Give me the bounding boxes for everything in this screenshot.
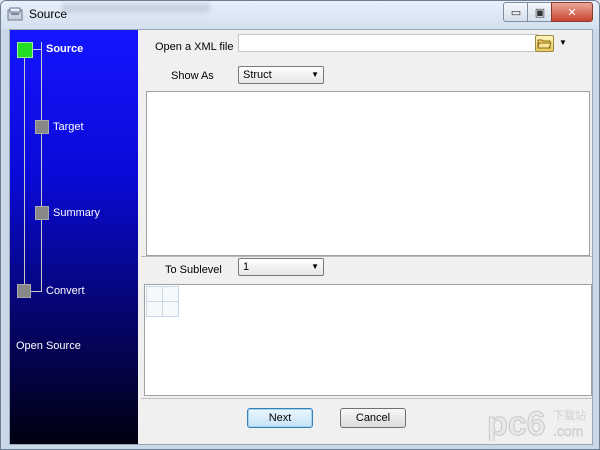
sublevel-value: 1 xyxy=(243,261,250,273)
maximize-icon: ▣ xyxy=(534,6,546,19)
close-icon: ✕ xyxy=(567,6,577,19)
app-icon xyxy=(7,7,23,21)
watermark-text: pc6 xyxy=(487,405,546,441)
wizard-sidebar: Source Target Summary Convert Open Sourc… xyxy=(10,30,138,444)
tree-line xyxy=(24,52,25,290)
watermark-sub: .com xyxy=(553,423,583,439)
grid-cell[interactable] xyxy=(162,286,179,302)
watermark-cn: 下载站 xyxy=(553,408,586,422)
step-node-source[interactable] xyxy=(17,42,33,58)
show-as-select[interactable]: Struct ▼ xyxy=(238,66,324,84)
title-bar[interactable]: Source ▭ ▣ ✕ xyxy=(1,1,599,29)
step-node-convert[interactable] xyxy=(17,284,31,298)
tree-line xyxy=(32,49,42,50)
sublevel-label: To Sublevel xyxy=(165,264,222,276)
step-label-summary[interactable]: Summary xyxy=(53,207,100,219)
step-label-convert[interactable]: Convert xyxy=(46,285,85,297)
tree-line xyxy=(41,42,42,292)
step-node-target[interactable] xyxy=(35,120,49,134)
button-bar-divider xyxy=(141,398,592,399)
xml-structure-view[interactable] xyxy=(146,91,590,256)
close-button[interactable]: ✕ xyxy=(551,2,593,22)
show-as-label: Show As xyxy=(171,70,214,82)
chevron-down-icon: ▼ xyxy=(311,262,319,271)
show-as-value: Struct xyxy=(243,69,272,81)
step-label-target[interactable]: Target xyxy=(53,121,84,133)
chevron-down-icon: ▼ xyxy=(311,70,319,79)
splitter[interactable] xyxy=(141,256,592,257)
browse-folder-button[interactable] xyxy=(535,35,554,52)
blurred-text xyxy=(61,3,211,13)
minimize-icon: ▭ xyxy=(510,6,522,19)
open-file-label: Open a XML file xyxy=(155,41,234,53)
folder-icon xyxy=(537,39,552,49)
sublevel-select[interactable]: 1 ▼ xyxy=(238,258,324,276)
sublevel-grid[interactable] xyxy=(144,284,592,396)
step-node-summary[interactable] xyxy=(35,206,49,220)
maximize-button[interactable]: ▣ xyxy=(527,2,553,22)
file-path-input[interactable] xyxy=(238,34,538,52)
open-source-label: Open Source xyxy=(16,340,81,352)
pc6-watermark-logo: pc6 下载站 .com xyxy=(487,405,587,442)
grid-cell[interactable] xyxy=(146,301,163,317)
next-button[interactable]: Next xyxy=(247,408,313,428)
minimize-button[interactable]: ▭ xyxy=(503,2,529,22)
main-panel: Open a XML file ▼ Show As Struct ▼ To Su… xyxy=(141,30,592,444)
file-dropdown-arrow-icon[interactable]: ▼ xyxy=(559,38,567,47)
app-window: Source ▭ ▣ ✕ Source Target Summary Conve… xyxy=(0,0,600,450)
client-area: Source Target Summary Convert Open Sourc… xyxy=(9,29,593,445)
grid-cell[interactable] xyxy=(162,301,179,317)
cancel-button[interactable]: Cancel xyxy=(340,408,406,428)
grid-cell[interactable] xyxy=(146,286,163,302)
step-label-source[interactable]: Source xyxy=(46,43,83,55)
